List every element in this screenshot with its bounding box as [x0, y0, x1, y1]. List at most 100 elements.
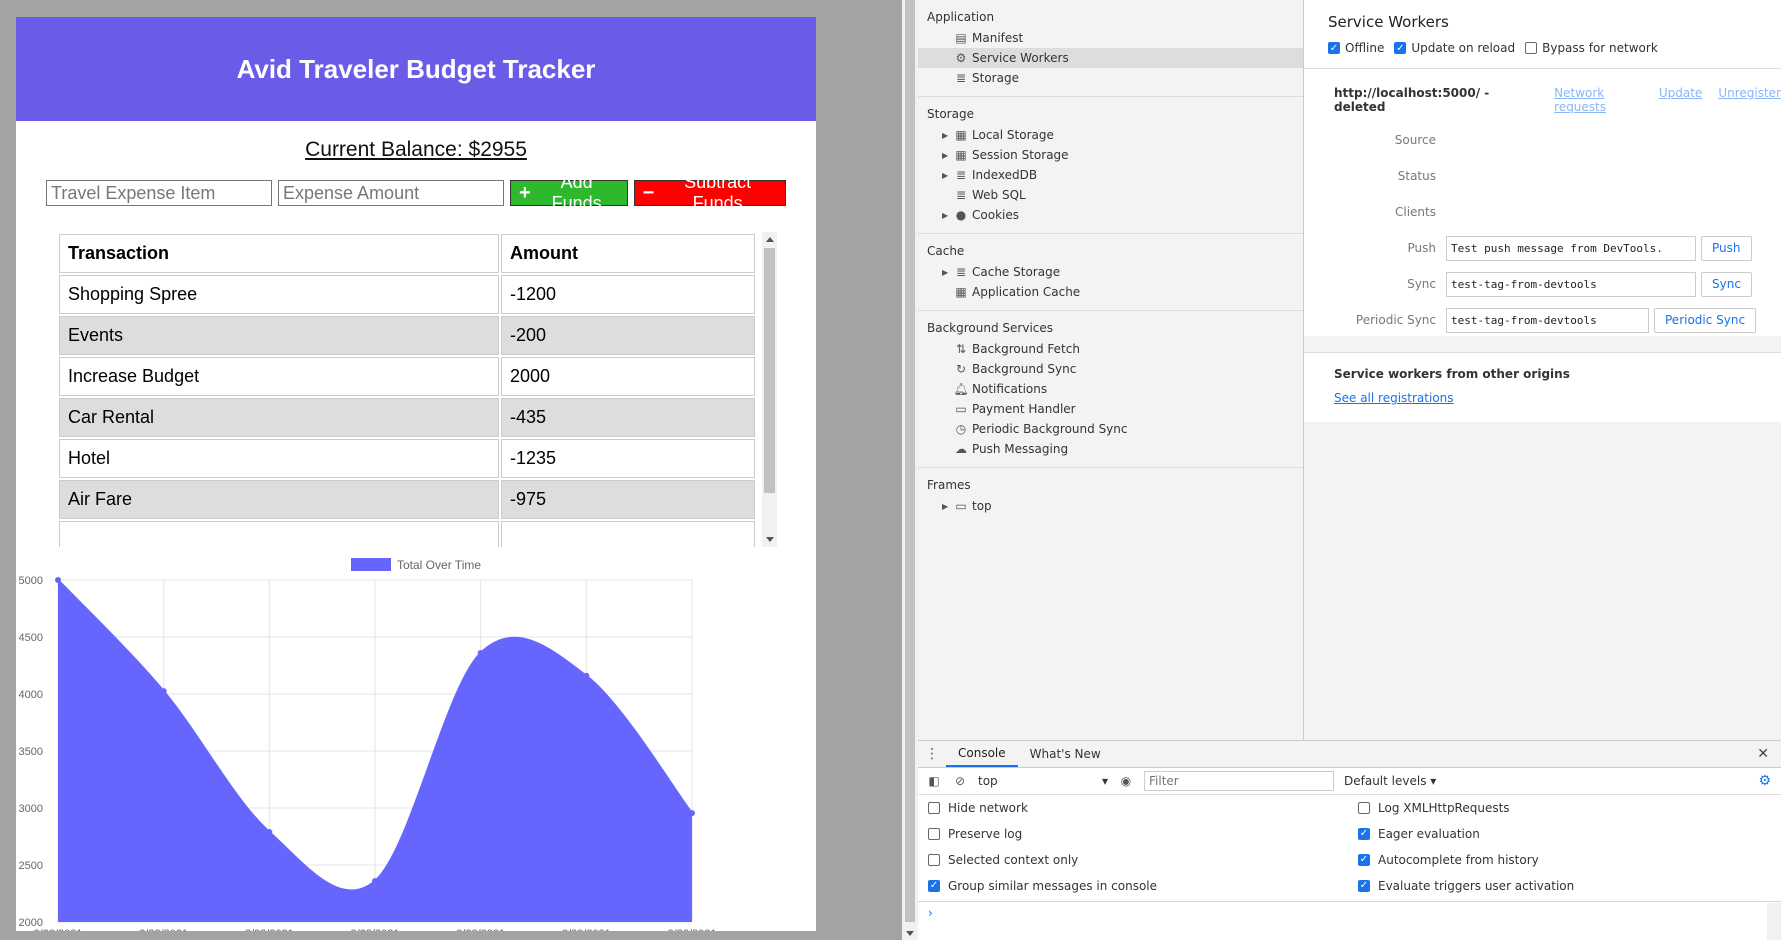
page-scroll-down-icon[interactable]: [906, 931, 914, 936]
current-balance: Current Balance: $2955: [305, 138, 527, 161]
sidebar-item-notifications[interactable]: 🔔︎ Notifications: [918, 379, 1303, 399]
checkbox-checked-icon[interactable]: ✓: [1358, 827, 1370, 840]
context-select[interactable]: top ▾: [978, 774, 1108, 788]
clear-console-icon[interactable]: ⊘: [952, 774, 968, 788]
section-storage: Storage: [927, 107, 974, 121]
setting-hide-network[interactable]: Hide network: [928, 799, 1358, 816]
sidebar-item-cache-storage[interactable]: ▶ ≣ Cache Storage: [918, 262, 1303, 282]
sidebar-item-application-cache[interactable]: ▦ Application Cache: [918, 282, 1303, 302]
sidebar-item-web-sql[interactable]: ≣ Web SQL: [918, 185, 1303, 205]
chart-legend[interactable]: Total Over Time: [351, 558, 481, 572]
periodic-sync-tag-input[interactable]: [1446, 307, 1649, 333]
legend-label: Total Over Time: [397, 558, 481, 572]
sync-button[interactable]: Sync: [1701, 271, 1752, 297]
service-workers-main: Service Workers ✓ Offline ✓ Update on relo…: [1304, 0, 1781, 336]
checkbox-checked-icon[interactable]: ✓: [1328, 42, 1340, 54]
settings-gear-icon[interactable]: ⚙: [1758, 773, 1771, 789]
tab-whats-new[interactable]: What's New: [1018, 741, 1113, 767]
bypass-for-network-checkbox[interactable]: Bypass for network: [1525, 41, 1658, 55]
sidebar-item-label: Cache Storage: [972, 265, 1061, 279]
gear-icon: ⚙: [955, 51, 967, 65]
sidebar-item-service-workers[interactable]: ⚙ Service Workers: [918, 48, 1303, 68]
offline-checkbox[interactable]: ✓ Offline: [1328, 41, 1384, 55]
setting-eager-evaluation[interactable]: ✓ Eager evaluation: [1358, 825, 1781, 842]
checkbox-checked-icon[interactable]: ✓: [1358, 853, 1370, 866]
sidebar-item-label: IndexedDB: [972, 168, 1038, 182]
setting-autocomplete-from-history[interactable]: ✓ Autocomplete from history: [1358, 851, 1781, 868]
checkbox-unchecked-icon[interactable]: [1358, 801, 1370, 814]
expand-arrow-icon[interactable]: ▶: [942, 502, 952, 511]
sync-row: Sync Sync: [1304, 266, 1781, 302]
sidebar-item-manifest[interactable]: ▤ Manifest: [918, 28, 1303, 48]
console-scrollbar[interactable]: [1767, 903, 1781, 940]
transactions-table-container[interactable]: Transaction Amount Shopping Spree -1200 E…: [57, 232, 777, 547]
update-link[interactable]: Update: [1659, 86, 1702, 114]
page-scroll-thumb[interactable]: [905, 0, 915, 922]
sidebar-item-label: Periodic Background Sync: [972, 422, 1128, 436]
see-all-registrations-link[interactable]: See all registrations: [1334, 391, 1454, 405]
data-point: [160, 688, 167, 695]
setting-preserve-log[interactable]: Preserve log: [928, 825, 1358, 842]
filter-input[interactable]: [1144, 771, 1334, 791]
sidebar-item-background-sync[interactable]: ↻ Background Sync: [918, 359, 1303, 379]
checkbox-unchecked-icon[interactable]: [1525, 42, 1538, 54]
grid-icon: ▦: [955, 148, 967, 162]
expand-arrow-icon[interactable]: ▶: [942, 268, 952, 277]
sidebar-item-push-messaging[interactable]: ☁ Push Messaging: [918, 439, 1303, 459]
checkbox-checked-icon[interactable]: ✓: [1358, 879, 1370, 892]
table-scrollbar[interactable]: [762, 232, 777, 547]
checkbox-unchecked-icon[interactable]: [928, 801, 940, 814]
eye-icon[interactable]: ◉: [1118, 774, 1134, 788]
sidebar-item-session-storage[interactable]: ▶ ▦ Session Storage: [918, 145, 1303, 165]
expand-arrow-icon[interactable]: ▶: [942, 131, 952, 140]
sidebar-item-frame-top[interactable]: ▶ ▭ top: [918, 496, 1303, 516]
sidebar-item-label: Cookies: [972, 208, 1019, 222]
scroll-up-arrow-icon[interactable]: [766, 237, 774, 242]
console-prompt[interactable]: ›: [918, 901, 1781, 940]
periodic-sync-button[interactable]: Periodic Sync: [1654, 307, 1757, 333]
setting-group-similar-messages[interactable]: ✓ Group similar messages in console: [928, 877, 1358, 894]
sidebar-item-storage[interactable]: ≣ Storage: [918, 68, 1303, 88]
log-levels-dropdown[interactable]: Default levels ▾: [1344, 774, 1436, 788]
page-scrollbar[interactable]: [902, 0, 918, 940]
push-message-input[interactable]: [1446, 235, 1696, 261]
sidebar-item-periodic-background-sync[interactable]: ◷ Periodic Background Sync: [918, 419, 1303, 439]
sync-tag-input[interactable]: [1446, 271, 1696, 297]
close-icon[interactable]: ✕: [1757, 746, 1769, 762]
update-on-reload-checkbox[interactable]: ✓ Update on reload: [1394, 41, 1515, 55]
scroll-down-arrow-icon[interactable]: [766, 537, 774, 542]
sidebar-item-indexeddb[interactable]: ▶ ≣ IndexedDB: [918, 165, 1303, 185]
sidebar-toggle-icon[interactable]: ◧: [926, 774, 942, 788]
sidebar-item-cookies[interactable]: ▶ ● Cookies: [918, 205, 1303, 225]
network-requests-link[interactable]: Network requests: [1554, 86, 1643, 114]
expand-arrow-icon[interactable]: ▶: [942, 171, 952, 180]
checkbox-checked-icon[interactable]: ✓: [1394, 42, 1407, 54]
other-origins-title: Service workers from other origins: [1334, 367, 1570, 381]
row-name: Hotel: [59, 439, 499, 478]
add-funds-button[interactable]: + Add Funds: [510, 172, 628, 213]
unregister-link[interactable]: Unregister: [1718, 86, 1781, 114]
expand-arrow-icon[interactable]: ▶: [942, 151, 952, 160]
sidebar-item-local-storage[interactable]: ▶ ▦ Local Storage: [918, 125, 1303, 145]
row-name: Shopping Spree: [59, 275, 499, 314]
checkbox-checked-icon[interactable]: ✓: [928, 879, 940, 892]
table-scroll-thumb[interactable]: [764, 248, 775, 493]
sidebar-item-label: Background Sync: [972, 362, 1077, 376]
sidebar-item-payment-handler[interactable]: ▭ Payment Handler: [918, 399, 1303, 419]
expand-arrow-icon[interactable]: ▶: [942, 211, 952, 220]
expense-amount-input[interactable]: [278, 180, 504, 206]
x-tick-label: 3/28/2021: [668, 928, 717, 931]
tab-console[interactable]: Console: [946, 741, 1018, 767]
sidebar-item-label: Push Messaging: [972, 442, 1069, 456]
sidebar-item-background-fetch[interactable]: ⇅ Background Fetch: [918, 339, 1303, 359]
table-header-row: Transaction Amount: [59, 234, 755, 273]
subtract-funds-button[interactable]: − Subtract Funds: [633, 172, 786, 213]
checkbox-unchecked-icon[interactable]: [928, 827, 940, 840]
expense-name-input[interactable]: [46, 180, 272, 206]
setting-selected-context-only[interactable]: Selected context only: [928, 851, 1358, 868]
more-options-icon[interactable]: ⋮: [918, 741, 946, 767]
setting-evaluate-triggers-user-activation[interactable]: ✓ Evaluate triggers user activation: [1358, 877, 1781, 894]
setting-log-xmlhttprequests[interactable]: Log XMLHttpRequests: [1358, 799, 1781, 816]
checkbox-unchecked-icon[interactable]: [928, 853, 940, 866]
push-button[interactable]: Push: [1701, 235, 1752, 261]
